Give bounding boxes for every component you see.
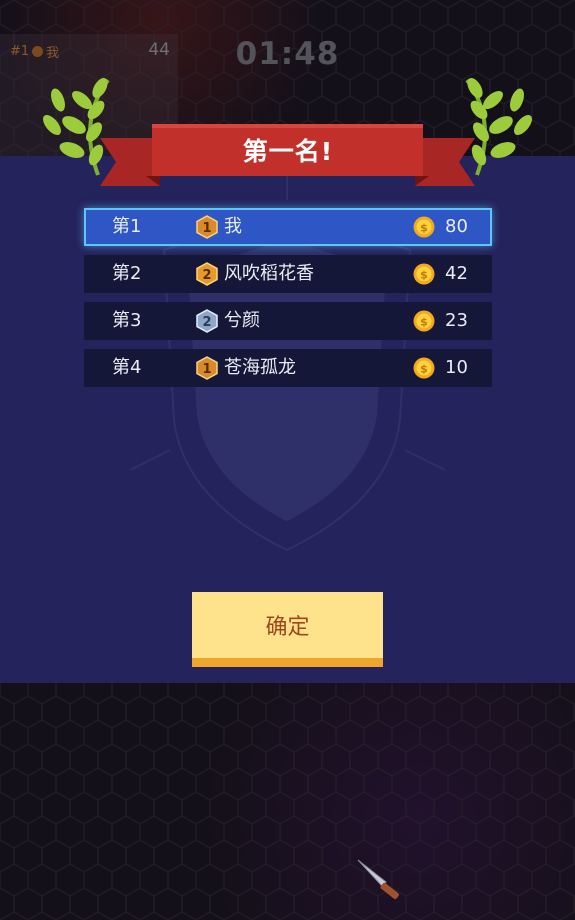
player-name: 风吹稻花香 — [224, 263, 314, 284]
svg-text:$: $ — [420, 222, 428, 235]
ranking-row: 第1 1 我 $ 80 — [84, 208, 492, 246]
player-name: 我 — [224, 216, 242, 237]
rank-place: 第3 — [112, 310, 142, 331]
svg-text:1: 1 — [202, 221, 211, 236]
result-title: 第一名! — [242, 137, 334, 166]
coin-icon: $ — [413, 216, 435, 238]
ranking-row: 第4 1 苍海孤龙 $ 10 — [84, 349, 492, 387]
rank-place: 第4 — [112, 357, 142, 378]
rank-place: 第2 — [112, 263, 142, 284]
ranking-row: 第3 2 兮颜 $ 23 — [84, 302, 492, 340]
coin-icon: $ — [413, 357, 435, 379]
svg-text:$: $ — [420, 363, 428, 376]
rank-place: 第1 — [112, 216, 142, 237]
player-name: 苍海孤龙 — [224, 357, 296, 378]
svg-text:$: $ — [420, 269, 428, 282]
match-timer: 01:48 — [235, 36, 340, 72]
knife-icon — [357, 859, 399, 900]
svg-text:1: 1 — [202, 362, 211, 377]
coin-count: 80 — [445, 216, 468, 237]
player-name: 兮颜 — [224, 310, 260, 331]
ranking-row: 第2 2 风吹稻花香 $ 42 — [84, 255, 492, 293]
bronze-rank-badge-icon: 1 — [196, 356, 218, 380]
svg-text:2: 2 — [202, 268, 211, 283]
svg-text:2: 2 — [202, 315, 211, 330]
coin-count: 23 — [445, 310, 468, 331]
coin-icon: $ — [413, 263, 435, 285]
svg-text:$: $ — [420, 316, 428, 329]
coin-count: 10 — [445, 357, 468, 378]
coin-count: 42 — [445, 263, 468, 284]
ranking-list: 第1 1 我 $ 80 第2 2 风吹稻花香 $ 42 第3 2 兮颜 $ 23… — [84, 208, 492, 396]
confirm-button[interactable]: 确定 — [192, 592, 383, 667]
coin-icon: $ — [413, 310, 435, 332]
bronze-rank-badge-icon: 1 — [196, 215, 218, 239]
gold-rank-badge-icon: 2 — [196, 262, 218, 286]
silver-rank-badge-icon: 2 — [196, 309, 218, 333]
